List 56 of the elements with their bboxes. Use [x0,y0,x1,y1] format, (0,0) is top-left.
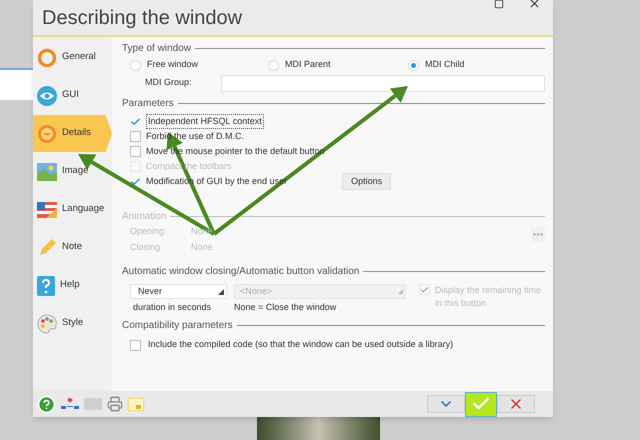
sidebar-item[interactable]: Help [33,273,112,298]
sidebar-item[interactable]: General [33,45,112,70]
checkbox-label: Include the compiled code (so that the window can be used outside a library) [148,338,454,352]
checkbox-label: Independent HFSQL context [146,114,264,130]
animation-label: Opening: [130,225,168,238]
more-button[interactable] [531,226,545,242]
diagram-icon[interactable] [61,398,79,410]
radio-label: Free window [147,58,198,72]
animation-value: None [191,241,213,254]
help-icon[interactable] [37,394,56,414]
ok-button[interactable] [465,392,497,416]
radio-button[interactable] [268,60,279,70]
help-icon [37,276,55,296]
pencil-icon [37,238,57,258]
sidebar-item[interactable]: Details [33,115,112,152]
checkbox[interactable] [130,131,141,142]
field-label: MDI Group: [145,76,193,90]
printer-icon[interactable] [107,396,123,412]
cancel-button[interactable] [497,395,535,413]
section-title: Automatic window closing/Automatic button validation [122,265,360,279]
radio-label: MDI Child [425,58,465,72]
section-title: Type of window [122,42,191,56]
section-title: Parameters [122,97,174,111]
dropdown-button[interactable] [427,395,465,413]
sidebar-item[interactable]: GUI [33,83,112,108]
radio-label: MDI Parent [285,58,331,72]
palette-icon [37,314,57,334]
flag-icon [37,202,57,218]
window-title: Describing the window [42,6,242,30]
sidebar-item[interactable]: Note [33,235,112,260]
checkbox[interactable] [130,340,141,350]
section-title: Compatibility parameters [122,318,233,332]
radio-button[interactable] [408,60,419,70]
options-button[interactable]: Options [342,173,392,190]
checkbox-label: Display the remaining time in this button [435,284,542,310]
duration-dropdown[interactable]: Never [130,284,227,299]
window-icon[interactable] [128,398,144,410]
button-caption: None = Close the window [234,301,336,314]
checkbox[interactable] [130,176,141,187]
landscape-icon [37,162,57,180]
eye-icon [37,86,57,106]
radio-button[interactable] [130,60,141,70]
close-icon[interactable] [528,0,541,10]
maximize-icon[interactable] [494,0,504,8]
dots-icon [533,232,543,236]
checkbox[interactable] [130,116,141,127]
sidebar-item[interactable]: Style [33,311,112,336]
section-title: Animation [122,210,166,224]
checkbox[interactable] [130,146,141,157]
smile-icon [37,124,57,144]
ring-icon [37,48,57,68]
duration-caption: duration in seconds [132,301,212,314]
animation-label: Closing: [130,241,164,254]
mdi-group-field[interactable] [221,74,545,92]
sidebar-item[interactable]: Image [33,159,112,184]
sidebar-item[interactable]: Language [33,197,112,222]
